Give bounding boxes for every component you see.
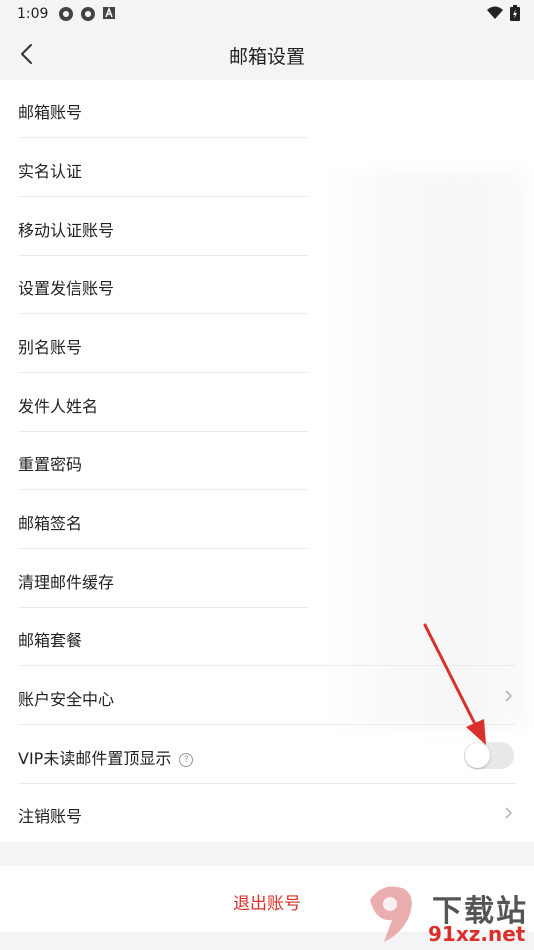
settings-row-vip-top: VIP未读邮件置顶显示?: [0, 726, 534, 784]
settings-row-clear-cache[interactable]: 清理邮件缓存: [0, 550, 534, 608]
status-notification-icons: [58, 6, 116, 22]
settings-row-sender-account[interactable]: 设置发信账号: [0, 256, 534, 314]
settings-row-deregister[interactable]: 注销账号: [0, 784, 534, 842]
settings-row-sender-name[interactable]: 发件人姓名: [0, 374, 534, 432]
row-label: 发件人姓名: [18, 397, 99, 416]
app-notification-icon: [59, 7, 73, 21]
settings-row-mobile-auth[interactable]: 移动认证账号: [0, 198, 534, 256]
status-system-icons: [486, 5, 520, 21]
settings-row-mail-account[interactable]: 邮箱账号: [0, 80, 534, 138]
divider: [18, 724, 516, 725]
row-label: 重置密码: [18, 455, 83, 474]
row-label: 邮箱套餐: [18, 631, 83, 650]
settings-row-real-name[interactable]: 实名认证: [0, 139, 534, 197]
watermark-logo-icon: [370, 886, 412, 942]
divider: [18, 196, 308, 197]
page-title: 邮箱设置: [228, 46, 305, 68]
settings-row-security-center[interactable]: 账户安全中心: [0, 667, 534, 725]
app-notification-icon: [81, 7, 95, 21]
chevron-right-icon: [505, 807, 512, 819]
divider: [18, 313, 308, 314]
wifi-icon: [487, 6, 503, 19]
divider: [18, 489, 308, 490]
row-label: 实名认证: [18, 162, 83, 181]
settings-list: 邮箱账号 实名认证 移动认证账号 设置发信账号 别名账号 发件人姓名 重置密码 …: [0, 80, 534, 842]
row-label: 移动认证账号: [18, 221, 115, 240]
status-bar: 1:09: [0, 0, 534, 28]
settings-row-signature[interactable]: 邮箱签名: [0, 491, 534, 549]
row-label: 注销账号: [18, 807, 83, 826]
settings-row-reset-password[interactable]: 重置密码: [0, 432, 534, 490]
status-time: 1:09: [17, 6, 49, 22]
row-label: 邮箱账号: [18, 103, 83, 122]
site-watermark: 下载站 91xz.net: [362, 880, 532, 950]
help-icon[interactable]: ?: [179, 753, 194, 767]
row-label: 账户安全中心: [18, 690, 115, 709]
settings-row-alias[interactable]: 别名账号: [0, 315, 534, 373]
divider: [18, 665, 516, 666]
row-label: VIP未读邮件置顶显示?: [18, 745, 194, 769]
row-label: 设置发信账号: [18, 279, 115, 298]
divider: [18, 137, 308, 138]
divider: [18, 372, 308, 373]
a-letter-icon: [103, 6, 115, 19]
chevron-right-icon: [505, 690, 512, 702]
settings-row-mail-plan[interactable]: 邮箱套餐: [0, 608, 534, 666]
vip-top-toggle[interactable]: [464, 742, 514, 769]
row-label: 邮箱签名: [18, 514, 83, 533]
toggle-knob: [465, 743, 490, 768]
divider: [18, 548, 308, 549]
vip-top-label: VIP未读邮件置顶显示: [18, 749, 172, 768]
nav-bar: 邮箱设置: [0, 28, 534, 80]
battery-icon: [510, 5, 520, 21]
row-label: 别名账号: [18, 338, 83, 357]
row-label: 清理邮件缓存: [18, 573, 115, 592]
watermark-url: 91xz.net: [428, 922, 526, 946]
